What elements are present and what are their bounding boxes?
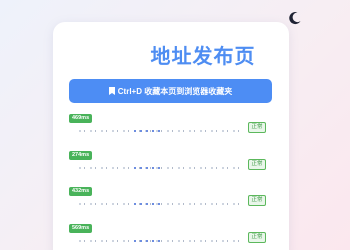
address-url[interactable] bbox=[79, 128, 239, 134]
moon-icon[interactable] bbox=[287, 10, 303, 26]
address-url[interactable] bbox=[79, 165, 239, 171]
list-item[interactable]: 432ms 正常 bbox=[69, 187, 272, 216]
bookmark-icon bbox=[108, 87, 115, 95]
list-item[interactable]: 274ms 正常 bbox=[69, 151, 272, 180]
list-item[interactable]: 469ms 正常 bbox=[69, 114, 272, 143]
latency-badge: 469ms bbox=[69, 114, 93, 123]
address-url[interactable] bbox=[79, 238, 239, 244]
bookmark-button[interactable]: Ctrl+D 收藏本页到浏览器收藏夹 bbox=[69, 79, 272, 103]
latency-badge: 569ms bbox=[69, 224, 93, 233]
address-card: 地址发布页 Ctrl+D 收藏本页到浏览器收藏夹 469ms 正常 274ms … bbox=[53, 22, 289, 250]
page-title: 地址发布页 bbox=[150, 46, 256, 68]
status-badge: 正常 bbox=[248, 232, 266, 243]
bookmark-button-label: Ctrl+D 收藏本页到浏览器收藏夹 bbox=[117, 86, 233, 96]
status-badge: 正常 bbox=[248, 122, 266, 133]
list-item[interactable]: 569ms 正常 bbox=[69, 224, 272, 250]
address-url[interactable] bbox=[79, 201, 239, 207]
status-badge: 正常 bbox=[248, 195, 266, 206]
latency-badge: 274ms bbox=[69, 151, 93, 160]
latency-badge: 432ms bbox=[69, 187, 93, 196]
status-badge: 正常 bbox=[248, 159, 266, 170]
